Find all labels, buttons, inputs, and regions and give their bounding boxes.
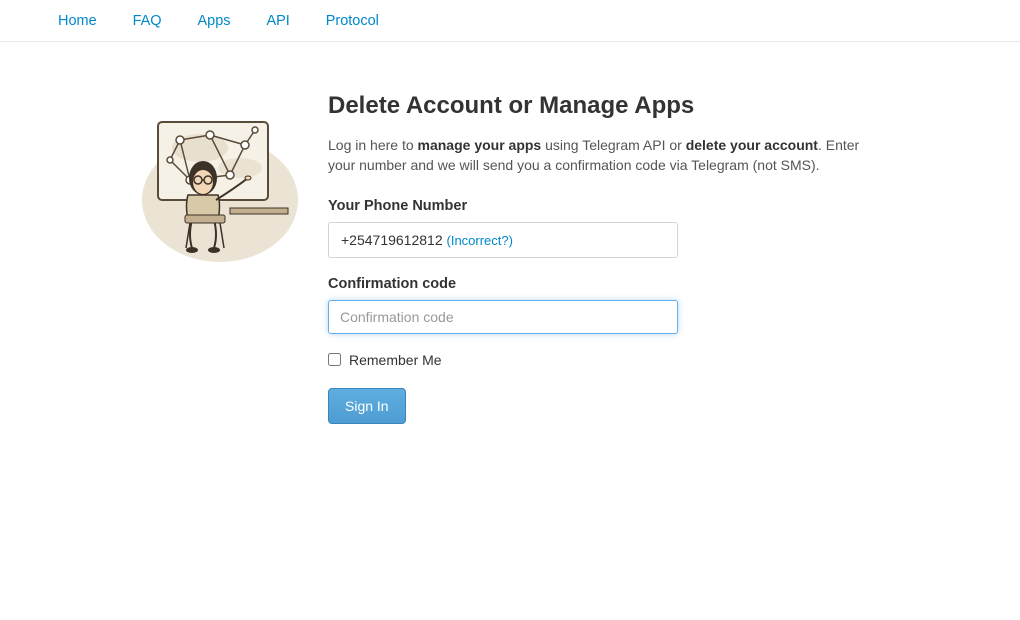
remember-me-row[interactable]: Remember Me (328, 352, 890, 368)
intro-prefix: Log in here to (328, 137, 418, 153)
top-nav: Home FAQ Apps API Protocol (0, 0, 1020, 42)
sign-in-button[interactable]: Sign In (328, 388, 406, 424)
intro-mid: using Telegram API or (541, 137, 685, 153)
intro-text: Log in here to manage your apps using Te… (328, 136, 890, 176)
nav-api[interactable]: API (266, 13, 289, 29)
nav-protocol[interactable]: Protocol (326, 13, 379, 29)
confirmation-code-input[interactable] (328, 300, 678, 334)
content-column: Delete Account or Manage Apps Log in her… (328, 92, 890, 424)
nav-faq[interactable]: FAQ (133, 13, 162, 29)
intro-bold-manage: manage your apps (418, 137, 542, 153)
phone-value: +254719612812 (341, 232, 443, 248)
code-label: Confirmation code (328, 276, 890, 292)
remember-me-label: Remember Me (349, 352, 442, 368)
nav-home[interactable]: Home (58, 13, 97, 29)
phone-label: Your Phone Number (328, 198, 890, 214)
remember-me-checkbox[interactable] (328, 353, 341, 366)
phone-display-box: +254719612812 (Incorrect?) (328, 222, 678, 258)
page-title: Delete Account or Manage Apps (328, 92, 890, 120)
nav-apps[interactable]: Apps (197, 13, 230, 29)
intro-bold-delete: delete your account (686, 137, 818, 153)
main-container: Delete Account or Manage Apps Log in her… (120, 92, 900, 424)
incorrect-link[interactable]: (Incorrect?) (447, 233, 513, 248)
illustration-person-network (130, 100, 310, 270)
